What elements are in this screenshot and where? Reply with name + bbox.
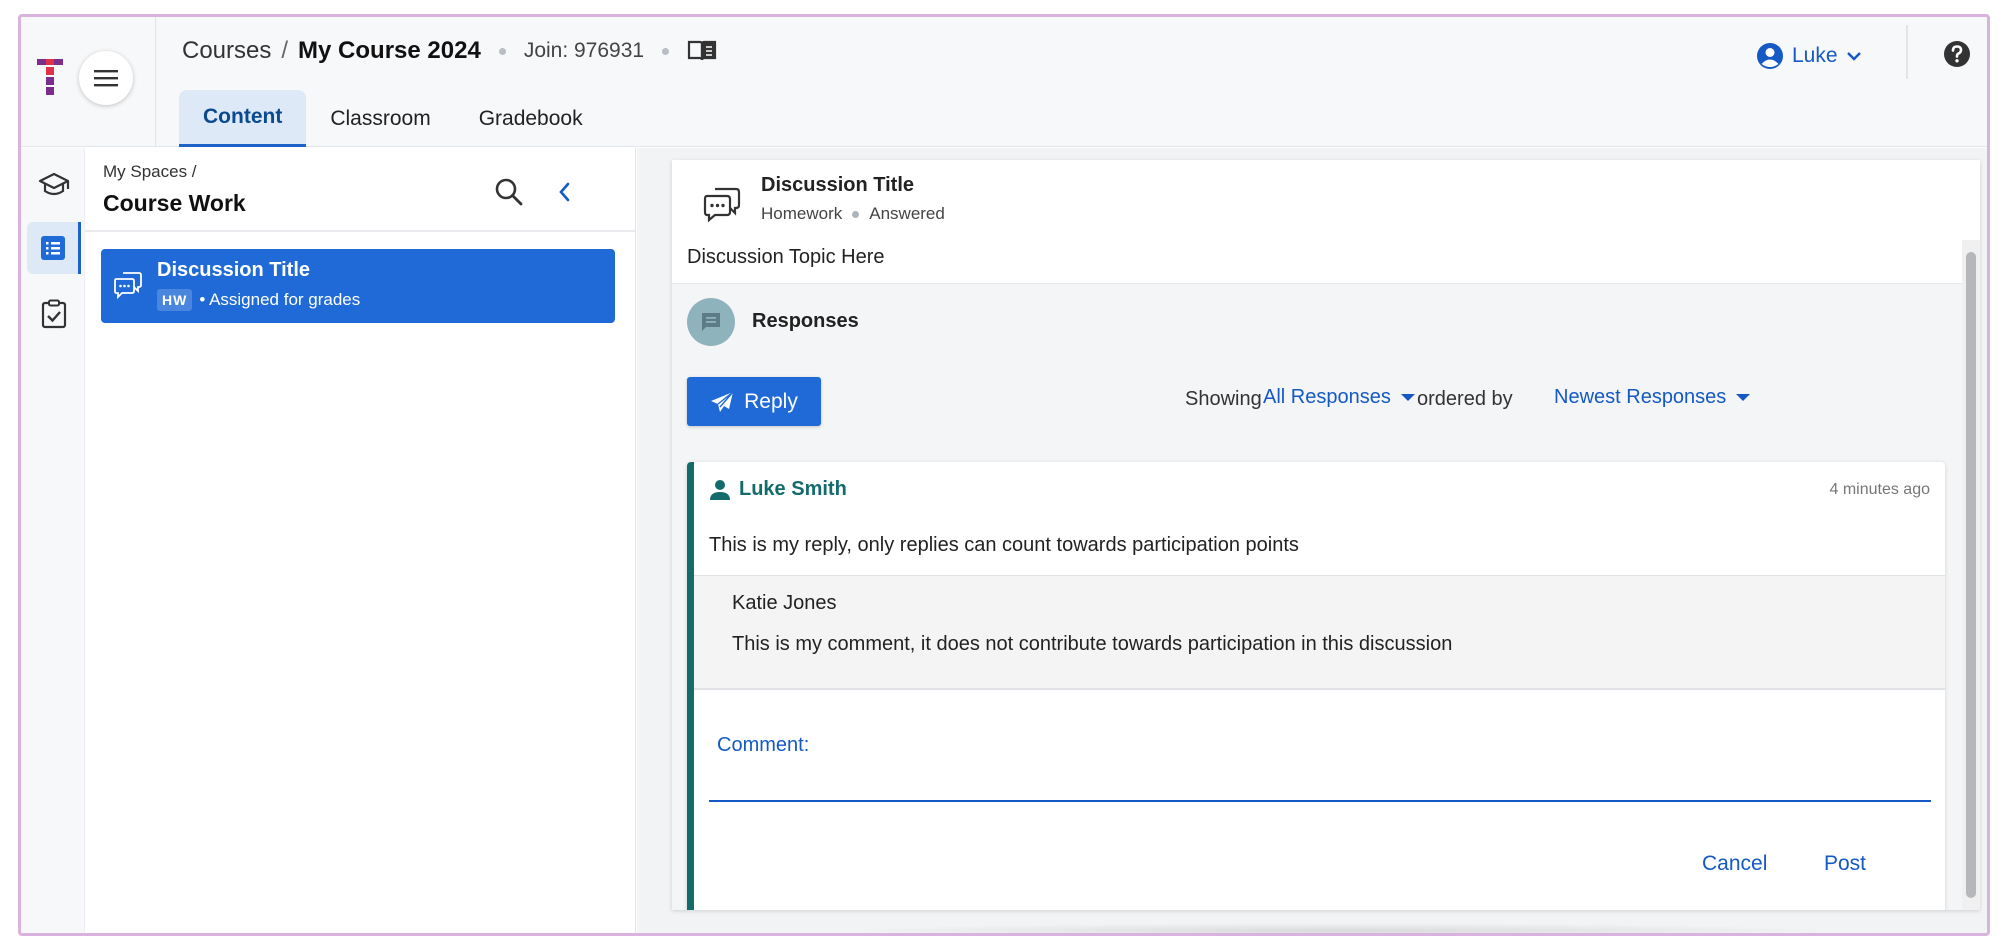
book-icon[interactable] <box>687 39 717 63</box>
discussion-card: Discussion Title Homework Answered Discu… <box>672 160 1980 910</box>
response-timestamp: 4 minutes ago <box>1829 481 1930 498</box>
chevron-down-icon <box>1846 52 1861 61</box>
reply-button[interactable]: Reply <box>687 377 821 426</box>
response-filter-dropdown[interactable]: All Responses <box>1263 386 1415 409</box>
response-post: Luke Smith 4 minutes ago This is my repl… <box>687 462 1945 910</box>
responses-avatar <box>687 298 735 346</box>
breadcrumb-courses-link[interactable]: Courses <box>182 37 271 65</box>
comment-item: Katie Jones This is my comment, it does … <box>694 575 1945 690</box>
homework-badge: HW <box>157 289 193 311</box>
separator-dot <box>662 47 670 55</box>
list-item-status: • Assigned for grades <box>199 290 361 309</box>
list-item-meta: HW • Assigned for grades <box>157 289 360 311</box>
cancel-button[interactable]: Cancel <box>1702 852 1767 876</box>
responses-heading: Responses <box>752 310 859 332</box>
user-menu-button[interactable]: Luke <box>1756 39 1862 73</box>
main-panel: Discussion Title Homework Answered Discu… <box>637 148 1987 933</box>
caret-down-icon <box>1400 394 1415 401</box>
rail-item-assignments[interactable] <box>27 288 81 340</box>
comment-author: Katie Jones <box>732 592 837 614</box>
reply-button-label: Reply <box>744 389 798 413</box>
discussion-icon <box>703 187 741 223</box>
ordered-by-label: ordered by <box>1417 388 1513 410</box>
shadow-decoration <box>837 923 1837 933</box>
comment-body: This is my comment, it does not contribu… <box>732 633 1453 655</box>
app-window: Courses / My Course 2024 Join: 976931 Co… <box>18 14 1990 936</box>
response-author: Luke Smith <box>709 478 847 501</box>
top-header: Courses / My Course 2024 Join: 976931 Co… <box>21 17 1987 147</box>
post-button[interactable]: Post <box>1824 852 1866 876</box>
response-order-value: Newest Responses <box>1554 386 1727 408</box>
discussion-header: Discussion Title Homework Answered <box>672 160 1980 240</box>
search-icon[interactable] <box>493 176 525 208</box>
response-filter-value: All Responses <box>1263 386 1391 408</box>
sidebar-breadcrumb[interactable]: My Spaces / <box>103 162 197 182</box>
breadcrumb: Courses / My Course 2024 Join: 976931 <box>182 34 717 68</box>
header-divider <box>1906 25 1908 79</box>
user-name: Luke <box>1792 44 1838 67</box>
discussion-status: Answered <box>869 204 945 223</box>
rail-item-courses[interactable] <box>27 159 81 211</box>
sidebar-title: Course Work <box>103 190 246 216</box>
course-tabs: Content Classroom Gradebook <box>179 90 607 147</box>
tab-classroom[interactable]: Classroom <box>306 90 454 147</box>
response-order-dropdown[interactable]: Newest Responses <box>1554 386 1751 409</box>
discussion-title: Discussion Title <box>761 174 915 196</box>
comment-field-label: Comment: <box>717 734 810 756</box>
breadcrumb-separator: / <box>281 37 289 64</box>
clipboard-check-icon <box>41 299 67 329</box>
brand-logo-icon <box>37 59 63 95</box>
person-icon <box>710 479 730 500</box>
send-icon <box>711 390 734 412</box>
response-body: This is my reply, only replies can count… <box>709 534 1299 556</box>
caret-down-icon <box>1736 394 1751 401</box>
join-code: Join: 976931 <box>523 39 645 62</box>
scrollbar[interactable] <box>1962 240 1980 910</box>
list-item[interactable]: Discussion Title HW • Assigned for grade… <box>101 249 615 323</box>
course-name: My Course 2024 <box>298 37 481 64</box>
discussion-type: Homework <box>761 204 843 223</box>
showing-label: Showing <box>1185 388 1262 410</box>
list-icon <box>40 236 65 260</box>
discussion-icon <box>114 272 142 299</box>
sidebar-header: My Spaces / Course Work <box>85 148 635 232</box>
header-divider <box>155 17 156 147</box>
rail-item-course-work[interactable] <box>27 222 81 274</box>
discussion-meta: Homework Answered <box>761 204 945 224</box>
separator-dot <box>498 47 506 55</box>
tab-content[interactable]: Content <box>179 90 307 147</box>
nav-rail <box>21 148 85 933</box>
responses-section: Responses Reply Showing All Responses or… <box>672 284 1962 910</box>
help-icon[interactable] <box>1942 39 1972 69</box>
course-work-sidebar: My Spaces / Course Work Discussion Title… <box>85 148 636 933</box>
comment-input[interactable] <box>709 762 1931 802</box>
tab-gradebook[interactable]: Gradebook <box>455 90 607 147</box>
separator-dot <box>852 210 860 218</box>
user-avatar-icon <box>1757 43 1783 69</box>
discussion-topic: Discussion Topic Here <box>687 246 885 268</box>
graduation-cap-icon <box>38 172 70 196</box>
response-author-name: Luke Smith <box>739 478 847 500</box>
list-item-title: Discussion Title <box>157 259 311 281</box>
chevron-left-icon[interactable] <box>551 178 579 206</box>
scrollbar-thumb[interactable] <box>1966 252 1976 898</box>
comment-icon <box>702 313 720 331</box>
hamburger-menu-button[interactable] <box>79 51 133 105</box>
menu-icon <box>94 70 118 87</box>
